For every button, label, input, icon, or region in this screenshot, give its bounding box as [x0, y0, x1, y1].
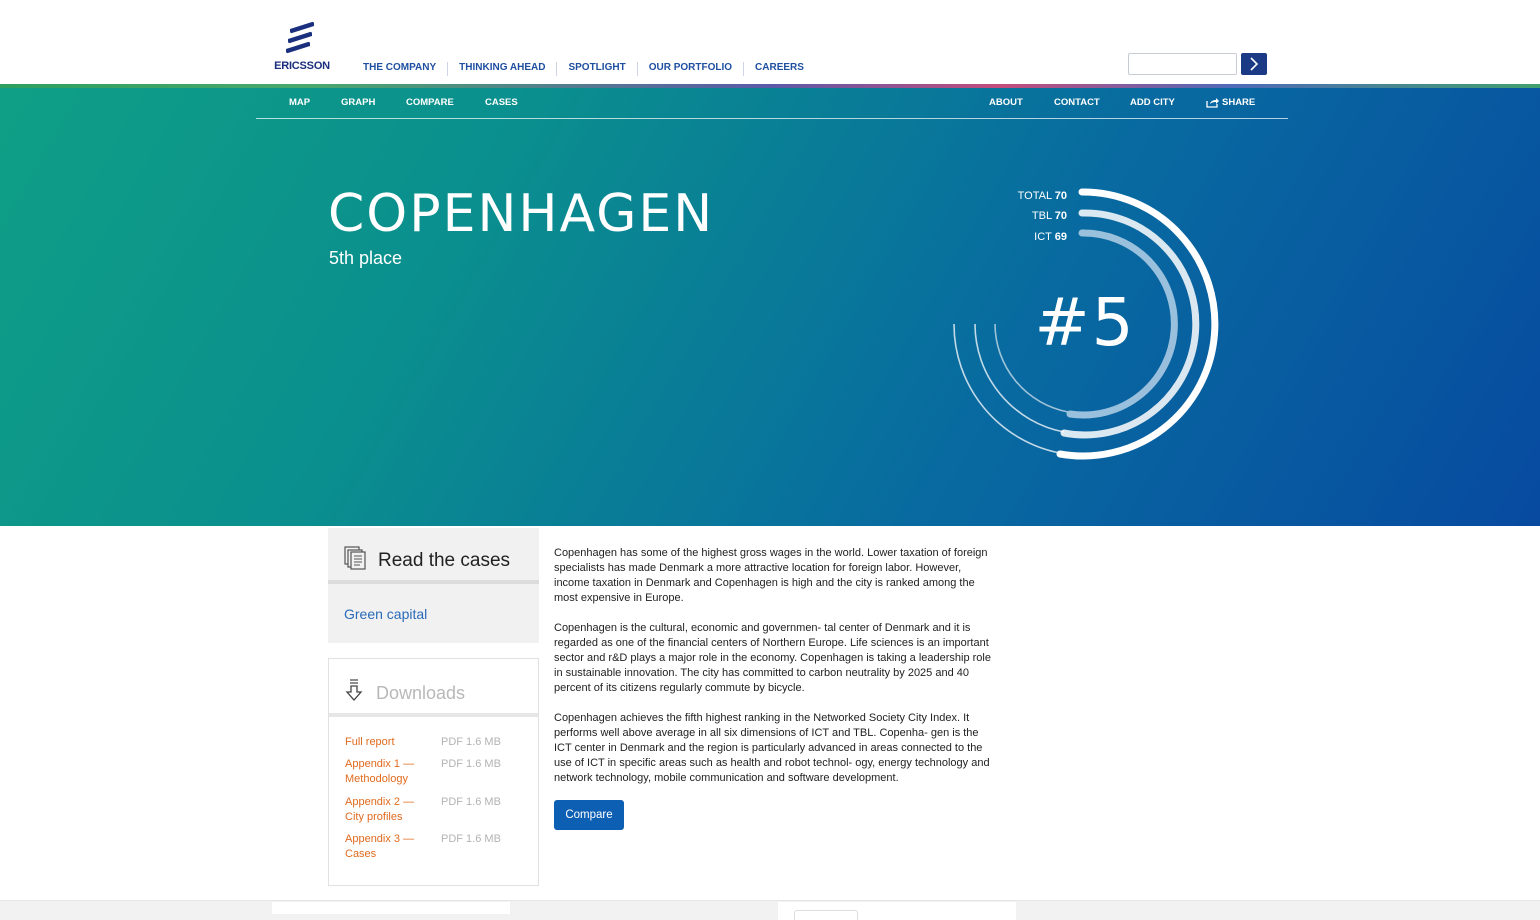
downloads-title: Downloads: [376, 683, 466, 703]
description-paragraph: Copenhagen achieves the fifth highest ra…: [554, 712, 990, 784]
cases-header: Read the cases: [328, 528, 539, 584]
subnav-map[interactable]: MAP: [289, 97, 310, 108]
nav-careers[interactable]: CAREERS: [743, 62, 815, 76]
nav-spotlight[interactable]: SPOTLIGHT: [556, 62, 636, 76]
download-link[interactable]: Appendix 2 — City profiles: [345, 795, 435, 825]
chevron-right-icon: [1250, 57, 1259, 71]
download-link[interactable]: Appendix 1 — Methodology: [345, 757, 435, 787]
cases-panel: Read the cases Green capital: [328, 528, 539, 643]
downloads-panel: Downloads Full report PDF 1.6 MB Appendi…: [328, 658, 539, 886]
subnav-about[interactable]: ABOUT: [989, 97, 1023, 108]
city-hero: MAP GRAPH COMPARE CASES ABOUT CONTACT AD…: [0, 88, 1540, 526]
case-link-green-capital[interactable]: Green capital: [344, 606, 427, 622]
nav-the-company[interactable]: THE COMPANY: [352, 62, 447, 76]
ericsson-logo[interactable]: ERICSSON: [272, 20, 332, 76]
top-header: ERICSSON THE COMPANY THINKING AHEAD SPOT…: [0, 0, 1540, 86]
compare-button[interactable]: Compare: [554, 800, 624, 830]
search-submit-button[interactable]: [1241, 53, 1267, 75]
download-size: PDF 1.6 MB: [441, 796, 501, 808]
download-size: PDF 1.6 MB: [441, 736, 501, 748]
downloads-header: Downloads: [329, 659, 538, 717]
download-size: PDF 1.6 MB: [441, 758, 501, 770]
footer-card: [272, 902, 510, 914]
city-place: 5th place: [329, 248, 403, 268]
nav-our-portfolio[interactable]: OUR PORTFOLIO: [636, 62, 743, 76]
subnav-add-city[interactable]: ADD CITY: [1130, 97, 1175, 108]
description-paragraph: Copenhagen has some of the highest gross…: [554, 547, 988, 604]
search-input[interactable]: [1128, 53, 1237, 75]
logo-wordmark: ERICSSON: [274, 60, 330, 72]
description-paragraph: Copenhagen is the cultural, economic and…: [554, 622, 991, 694]
footer-strip: [0, 900, 1540, 920]
city-rank: #5: [1034, 284, 1136, 361]
subnav-share[interactable]: SHARE: [1222, 97, 1255, 108]
footer-tab[interactable]: [794, 910, 858, 920]
sub-nav: MAP GRAPH COMPARE CASES ABOUT CONTACT AD…: [256, 88, 1288, 119]
download-link[interactable]: Full report: [345, 735, 435, 750]
nav-thinking-ahead[interactable]: THINKING AHEAD: [447, 62, 556, 76]
main-nav: THE COMPANY THINKING AHEAD SPOTLIGHT OUR…: [352, 62, 815, 76]
ericsson-logo-icon: [286, 21, 314, 54]
subnav-contact[interactable]: CONTACT: [1054, 97, 1100, 108]
download-icon: [345, 679, 363, 701]
city-name: COPENHAGEN: [328, 184, 715, 244]
share-icon[interactable]: [1206, 97, 1219, 111]
download-link[interactable]: Appendix 3 — Cases: [345, 832, 435, 862]
documents-icon: [344, 546, 366, 570]
subnav-cases[interactable]: CASES: [485, 97, 518, 108]
subnav-compare[interactable]: COMPARE: [406, 97, 454, 108]
cases-title: Read the cases: [378, 550, 511, 571]
city-description: Copenhagen has some of the highest gross…: [554, 546, 994, 801]
download-size: PDF 1.6 MB: [441, 833, 501, 845]
subnav-graph[interactable]: GRAPH: [341, 97, 375, 108]
